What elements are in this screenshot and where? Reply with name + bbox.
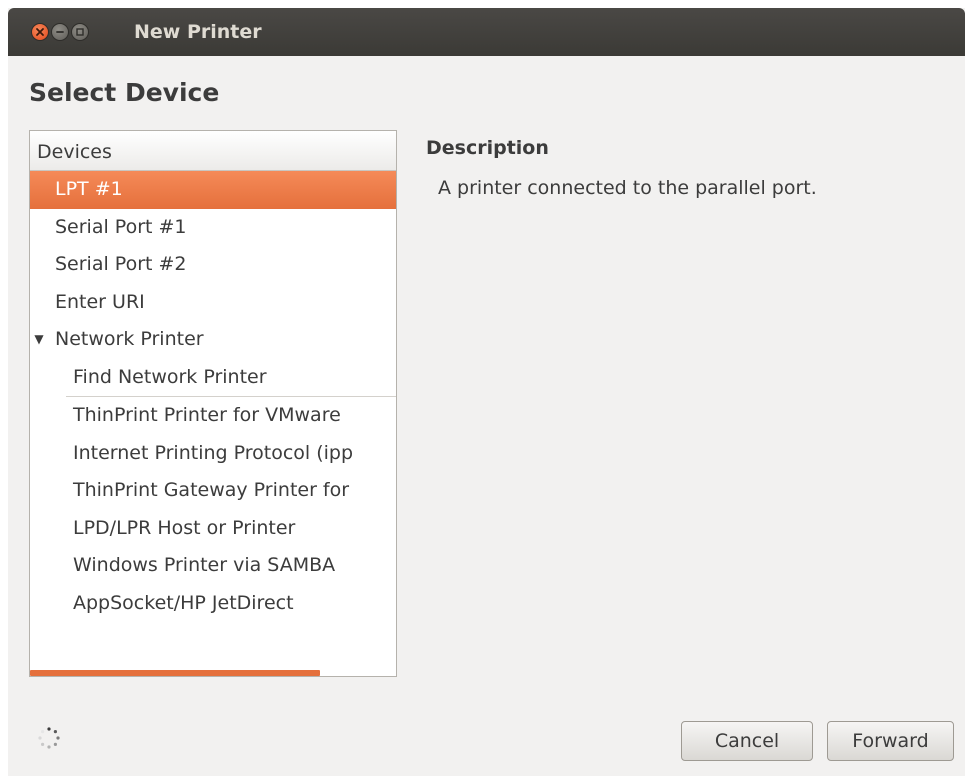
device-item-find-network-printer[interactable]: Find Network Printer bbox=[30, 359, 396, 397]
device-item-windows-samba[interactable]: Windows Printer via SAMBA bbox=[30, 547, 396, 585]
device-item-serial-port-1[interactable]: Serial Port #1 bbox=[30, 209, 396, 247]
minimize-icon bbox=[56, 31, 64, 33]
desktop-background bbox=[0, 0, 965, 8]
device-item-label: ThinPrint Printer for VMware bbox=[73, 404, 341, 426]
devices-column-header[interactable]: Devices bbox=[30, 131, 396, 171]
new-printer-window: New Printer Select Device Devices LPT #1… bbox=[8, 8, 965, 776]
title-bar[interactable]: New Printer bbox=[8, 8, 965, 56]
device-item-label: Serial Port #2 bbox=[55, 253, 187, 275]
spinner-icon bbox=[38, 727, 60, 749]
cancel-button[interactable]: Cancel bbox=[681, 721, 813, 761]
device-item-enter-uri[interactable]: Enter URI bbox=[30, 284, 396, 322]
device-item-label: AppSocket/HP JetDirect bbox=[73, 591, 294, 614]
device-item-thinprint-vmware[interactable]: ThinPrint Printer for VMware bbox=[30, 397, 396, 435]
device-rows: LPT #1 Serial Port #1 Serial Port #2 Ent… bbox=[30, 171, 396, 622]
maximize-button[interactable] bbox=[71, 23, 89, 41]
page-heading: Select Device bbox=[29, 78, 220, 107]
device-item-label: Internet Printing Protocol (ipp bbox=[73, 441, 354, 464]
device-item-lpt1[interactable]: LPT #1 bbox=[30, 171, 396, 209]
triangle-down-icon[interactable]: ▼ bbox=[30, 321, 48, 358]
device-item-label: Windows Printer via SAMBA bbox=[73, 554, 336, 576]
device-item-label: Serial Port #1 bbox=[55, 215, 187, 238]
minimize-button[interactable] bbox=[51, 23, 69, 41]
forward-button[interactable]: Forward bbox=[827, 721, 954, 761]
device-item-label: Find Network Printer bbox=[73, 365, 267, 388]
close-button[interactable] bbox=[31, 23, 49, 41]
device-item-label: Network Printer bbox=[55, 328, 204, 350]
device-list[interactable]: Devices LPT #1 Serial Port #1 Serial Por… bbox=[29, 130, 397, 677]
description-title: Description bbox=[426, 137, 549, 159]
window-title: New Printer bbox=[134, 21, 262, 43]
maximize-icon bbox=[76, 28, 84, 36]
device-item-network-printer[interactable]: ▼ Network Printer bbox=[30, 321, 396, 359]
device-item-label: LPD/LPR Host or Printer bbox=[73, 516, 296, 539]
device-item-appsocket[interactable]: AppSocket/HP JetDirect bbox=[30, 585, 396, 623]
devices-column-header-label: Devices bbox=[37, 141, 112, 163]
device-item-ipp[interactable]: Internet Printing Protocol (ipp bbox=[30, 435, 396, 473]
close-icon bbox=[36, 28, 44, 36]
device-item-label: ThinPrint Gateway Printer for bbox=[73, 479, 350, 501]
device-item-thinprint-gateway[interactable]: ThinPrint Gateway Printer for bbox=[30, 472, 396, 510]
device-item-label: LPT #1 bbox=[55, 178, 123, 200]
device-item-serial-port-2[interactable]: Serial Port #2 bbox=[30, 246, 396, 284]
device-item-label: Enter URI bbox=[55, 290, 145, 313]
description-text: A printer connected to the parallel port… bbox=[438, 177, 817, 199]
device-item-lpd-lpr[interactable]: LPD/LPR Host or Printer bbox=[30, 510, 396, 548]
horizontal-scrollbar[interactable] bbox=[30, 670, 320, 676]
